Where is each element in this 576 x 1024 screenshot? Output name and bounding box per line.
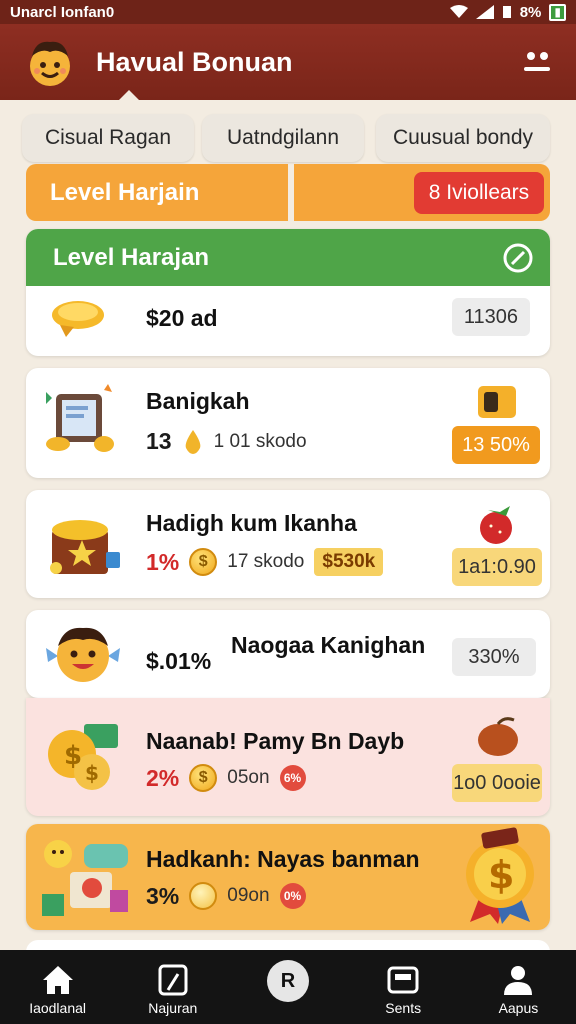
gold-drop-icon bbox=[185, 429, 200, 454]
coin-icon bbox=[189, 882, 218, 910]
card-big-value: $.01% bbox=[146, 648, 212, 674]
card-pill: 330% bbox=[452, 638, 536, 676]
dollar-medal-icon: $ bbox=[466, 827, 534, 924]
card-small-value: 17 skodo bbox=[227, 551, 305, 572]
coin-pile-icon bbox=[52, 301, 104, 337]
card-tag: $530k bbox=[314, 548, 384, 576]
treasure-box-icon bbox=[50, 520, 120, 574]
card-small-value: 09on bbox=[227, 885, 270, 906]
card-pill: 1a1:0.90 bbox=[452, 548, 542, 586]
level-bar: Level Harjain 8 Iviollears bbox=[26, 164, 550, 221]
bottom-nav: Iaodlanal Najuran R Sents Aapus bbox=[0, 950, 576, 1024]
card-stats: 1% $ 17 skodo $530k bbox=[146, 548, 384, 576]
card-stats: 13 1 01 skodo bbox=[146, 428, 307, 455]
level-card-header: Level Harajan bbox=[26, 229, 550, 286]
tab-casual-bondy[interactable]: Cuusual bondy bbox=[376, 114, 550, 162]
home-icon bbox=[42, 966, 73, 994]
nav-profile[interactable]: Aapus bbox=[461, 950, 576, 1024]
level-badge-button[interactable]: 8 Iviollears bbox=[414, 172, 544, 214]
nav-najuran[interactable]: Najuran bbox=[115, 950, 230, 1024]
nav-najuran-label: Najuran bbox=[148, 1000, 198, 1016]
card-title: Hadkanh: Nayas banman bbox=[146, 846, 420, 872]
card-stats: 3% 09on 0% bbox=[146, 882, 306, 910]
card-title: Naogaa Kanighan bbox=[231, 632, 426, 658]
carrier-label: Unarcl Ionfan0 bbox=[10, 3, 115, 21]
flag-icon bbox=[158, 964, 188, 996]
bonus-card-naanab[interactable]: $ $ Naanab! Pamy Bn Dayb 2% $ 05on 6% 1o… bbox=[26, 698, 550, 816]
mascot-face-icon bbox=[46, 627, 120, 682]
level-bar-right: 8 Iviollears bbox=[294, 164, 550, 221]
card-big-value: 13 bbox=[146, 428, 172, 454]
coin-icon: $ bbox=[189, 548, 218, 576]
card-title: Banigkah bbox=[146, 388, 250, 414]
card-big-value: 3% bbox=[146, 882, 180, 909]
gold-bar-icon bbox=[478, 386, 516, 418]
person-icon bbox=[504, 966, 533, 995]
app-title: Havual Bonuan bbox=[96, 46, 293, 77]
tablet-coins-icon bbox=[46, 384, 114, 452]
card-pill: 1o0 0ooie bbox=[452, 764, 542, 802]
status-bar: Unarcl Ionfan0 8% ▮ bbox=[0, 0, 576, 24]
level-label: Level Harjain bbox=[26, 164, 288, 221]
sun-gifts-icon bbox=[42, 840, 128, 916]
status-icons: 8% ▮ bbox=[449, 3, 566, 21]
card-title: Naanab! Pamy Bn Dayb bbox=[146, 728, 405, 754]
card-circle-badge: 0% bbox=[279, 883, 306, 909]
profile-menu-icon[interactable] bbox=[520, 45, 554, 79]
svg-text:$: $ bbox=[85, 761, 99, 785]
card-stats: 2% $ 05on 6% bbox=[146, 764, 306, 792]
check-circle-icon[interactable] bbox=[502, 242, 534, 274]
card-circle-badge: 6% bbox=[279, 765, 306, 791]
bonus-card-naogaa[interactable]: $.01% Naogaa Kanighan 330% bbox=[26, 610, 550, 698]
app-bar: Havual Bonuan bbox=[0, 24, 576, 100]
coin-icon: $ bbox=[189, 764, 218, 792]
level-card-title: Level Harajan bbox=[53, 243, 210, 271]
strawberry-icon bbox=[480, 506, 512, 544]
nav-home[interactable]: Iaodlanal bbox=[0, 950, 115, 1024]
card-title: Hadigh kum Ikanha bbox=[146, 510, 357, 536]
card-small-value: 05on bbox=[227, 767, 270, 788]
signal-icon bbox=[475, 5, 494, 19]
level-card-value: $20 ad bbox=[146, 305, 218, 331]
tab-casual-ragan[interactable]: Cisual Ragan bbox=[22, 114, 194, 162]
level-card-pill: 11306 bbox=[452, 298, 530, 336]
nav-sents-label: Sents bbox=[385, 1000, 422, 1016]
nav-profile-label: Aapus bbox=[498, 1000, 539, 1016]
card-big-value: 2% bbox=[146, 764, 180, 791]
nav-center-button[interactable]: R bbox=[267, 960, 309, 1002]
battery-percent: 8% bbox=[519, 3, 542, 21]
mascot-logo-icon bbox=[30, 41, 70, 86]
level-card[interactable]: Level Harajan $20 ad 11306 bbox=[26, 229, 550, 356]
tab-uatndgilann[interactable]: Uatndgilann bbox=[202, 114, 364, 162]
sim-icon bbox=[502, 6, 511, 18]
wifi-icon bbox=[449, 5, 468, 18]
battery-icon: ▮ bbox=[549, 3, 566, 21]
nav-center[interactable]: R bbox=[230, 950, 345, 1024]
bonus-card-banigkah[interactable]: Banigkah 13 1 01 skodo 13 50% bbox=[26, 368, 550, 478]
wallet-icon bbox=[387, 966, 419, 994]
card-big-value: 1% bbox=[146, 548, 180, 575]
coins-cash-icon: $ $ bbox=[48, 724, 118, 790]
card-small-value: 1 01 skodo bbox=[213, 430, 307, 452]
tab-pointer bbox=[118, 90, 140, 101]
peach-icon bbox=[478, 717, 518, 756]
nav-home-label: Iaodlanal bbox=[29, 1000, 87, 1016]
nav-sents[interactable]: Sents bbox=[346, 950, 461, 1024]
svg-text:$: $ bbox=[64, 741, 82, 771]
svg-text:$: $ bbox=[488, 853, 514, 897]
bonus-card-hadigh[interactable]: Hadigh kum Ikanha 1% $ 17 skodo $530k 1a… bbox=[26, 490, 550, 598]
bonus-card-hadkanh[interactable]: Hadkanh: Nayas banman 3% 09on 0% $ bbox=[26, 824, 550, 930]
tab-row: Cisual Ragan Uatndgilann Cuusual bondy bbox=[0, 114, 576, 162]
card-pill: 13 50% bbox=[452, 426, 540, 464]
